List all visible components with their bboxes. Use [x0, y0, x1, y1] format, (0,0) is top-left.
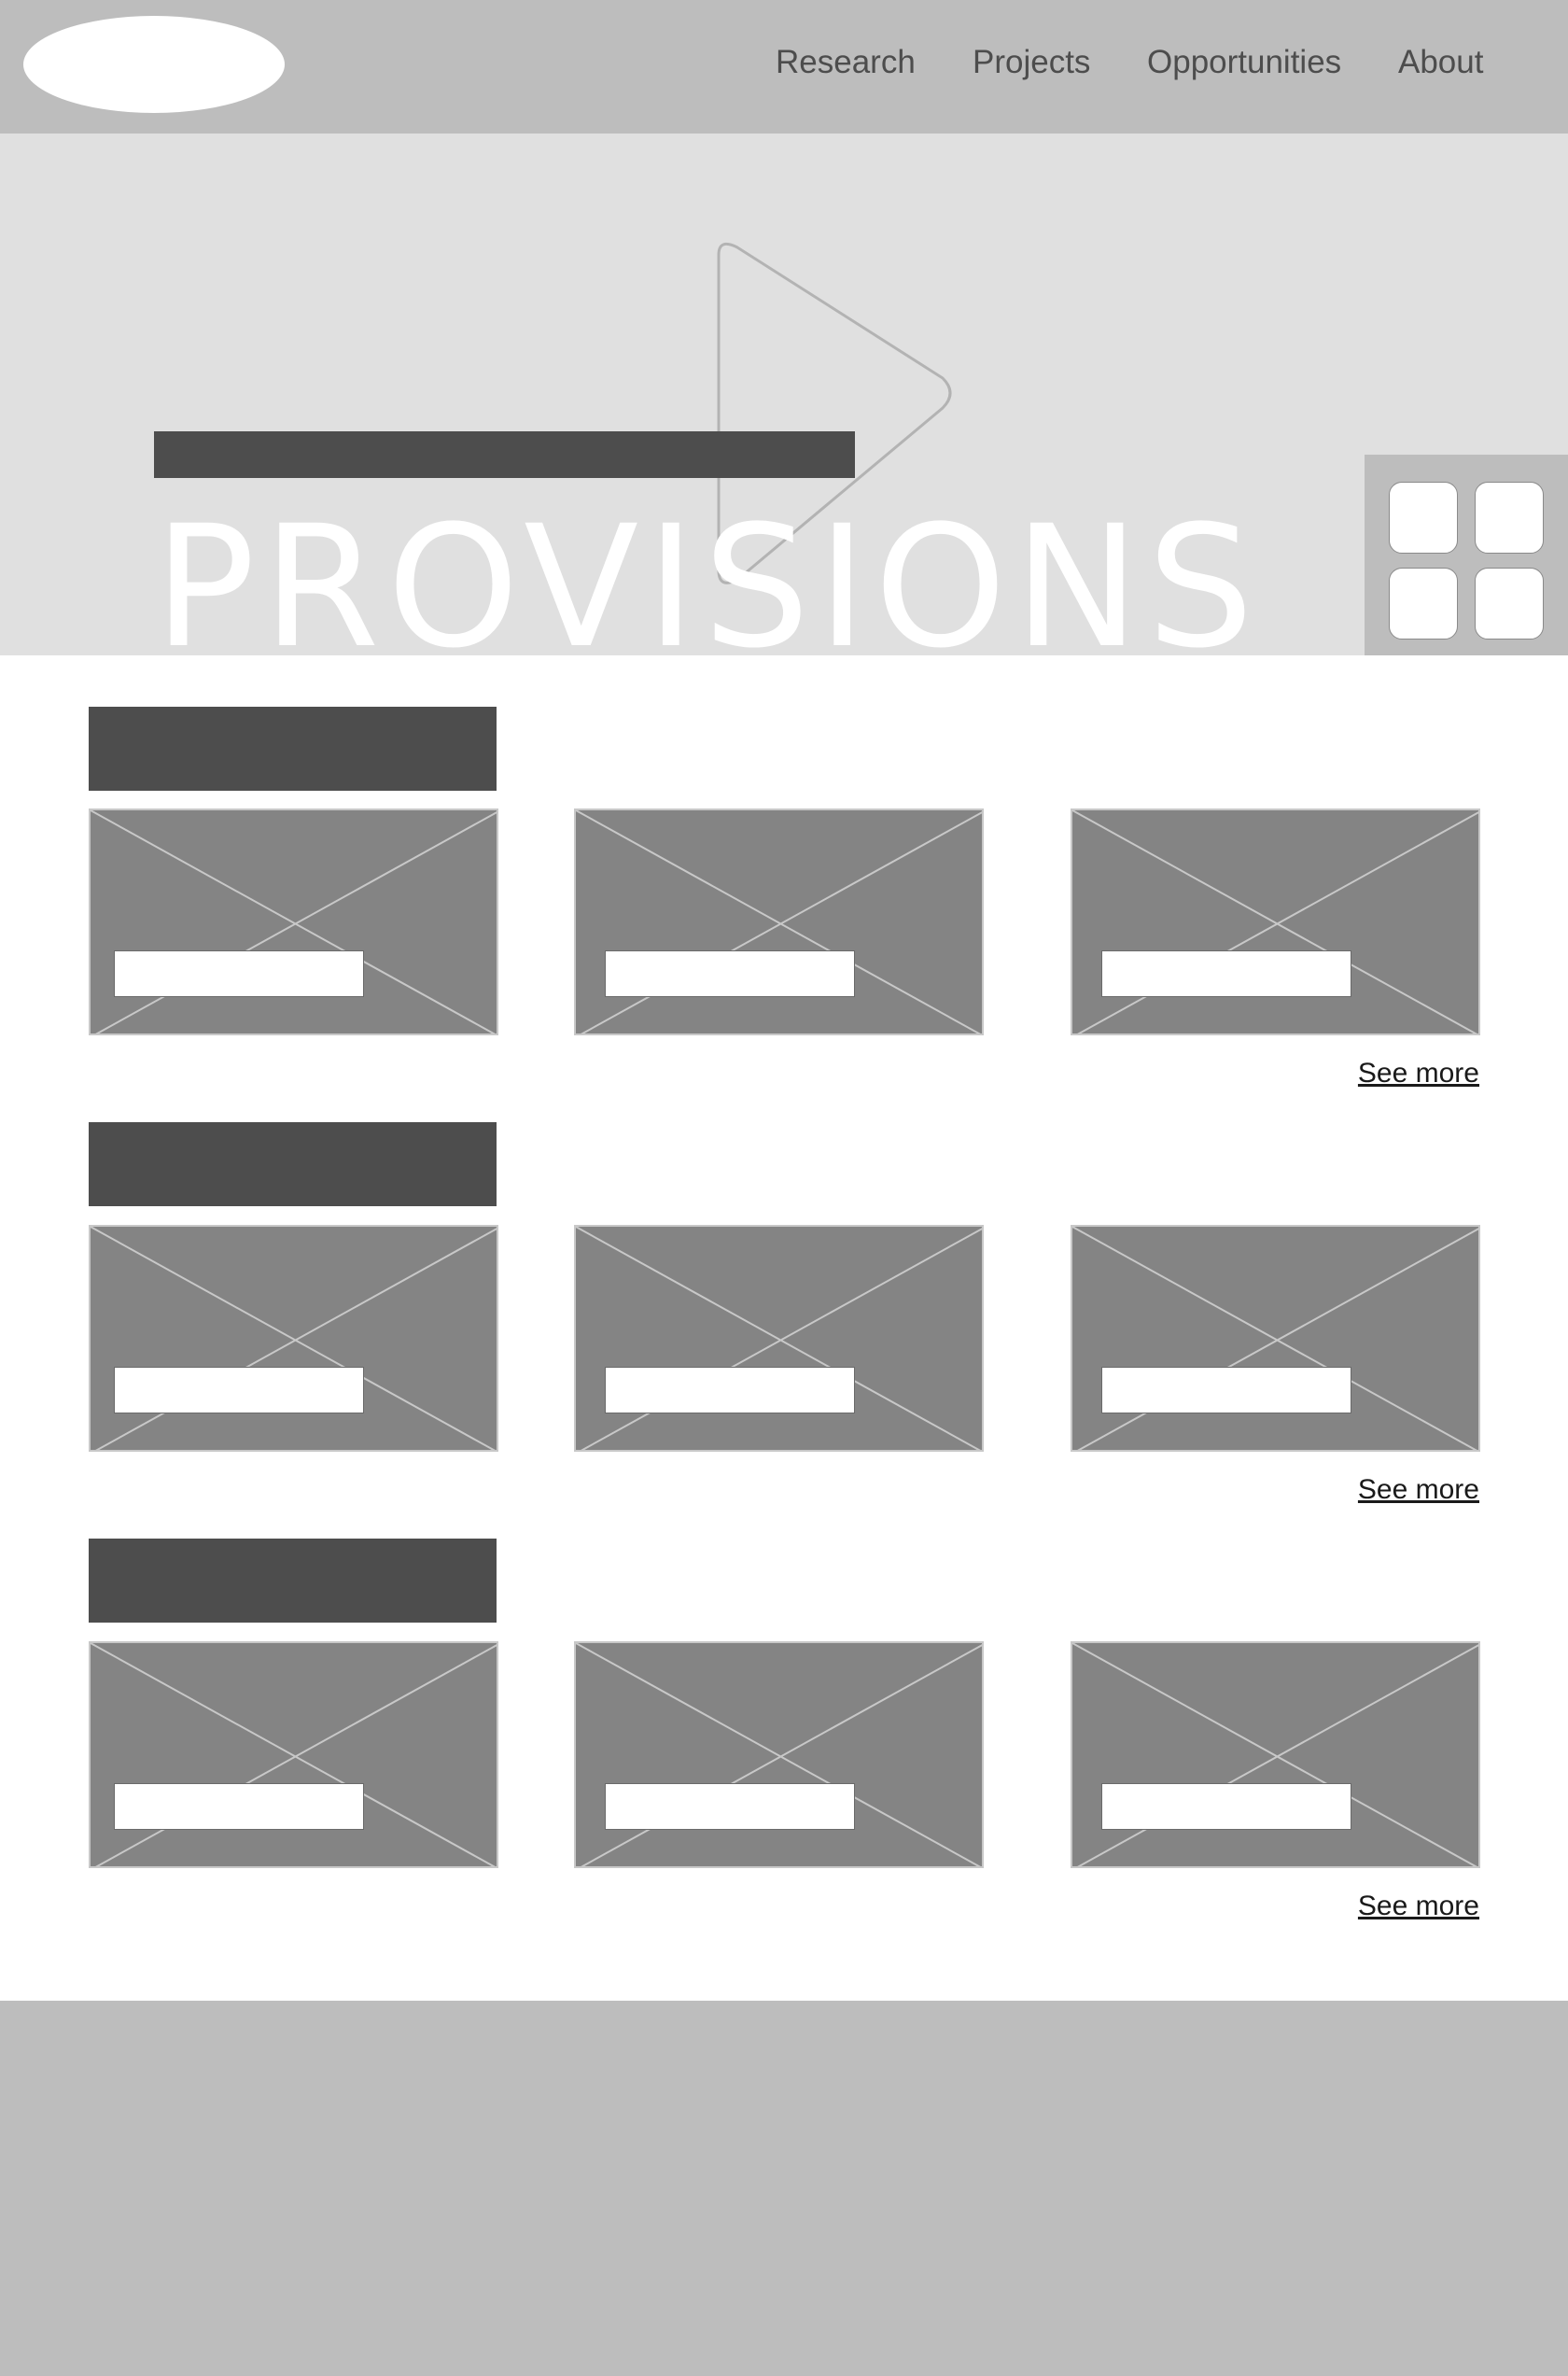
image-card[interactable]: [1071, 1225, 1480, 1452]
image-placeholder-icon: [576, 810, 982, 1033]
image-placeholder-icon: [91, 810, 497, 1033]
site-footer: [0, 2001, 1568, 2376]
see-more-link[interactable]: See more: [1358, 1058, 1479, 1090]
grid-tile: [1389, 568, 1458, 640]
card-label: [1101, 1367, 1351, 1413]
nav-about[interactable]: About: [1398, 44, 1483, 81]
image-placeholder-icon: [91, 1643, 497, 1866]
grid-tile: [1389, 482, 1458, 554]
image-placeholder-icon: [576, 1643, 982, 1866]
image-card[interactable]: [574, 1641, 984, 1868]
image-card[interactable]: [89, 1641, 498, 1868]
image-card[interactable]: [89, 1225, 498, 1452]
see-more-link[interactable]: See more: [1358, 1474, 1479, 1506]
card-label: [114, 1367, 364, 1413]
image-card[interactable]: [89, 808, 498, 1035]
card-label: [114, 950, 364, 997]
hero-video-banner: PROVISIONS: [0, 134, 1568, 655]
grid-tile: [1475, 482, 1544, 554]
section-heading: [89, 1539, 497, 1623]
card-label: [1101, 950, 1351, 997]
nav-opportunities[interactable]: Opportunities: [1147, 44, 1341, 81]
image-placeholder-icon: [1072, 1643, 1478, 1866]
image-placeholder-icon: [1072, 1227, 1478, 1450]
site-header: Research Projects Opportunities About: [0, 0, 1568, 134]
nav-research[interactable]: Research: [776, 44, 916, 81]
hero-subtitle-bar: [154, 431, 855, 478]
image-placeholder-icon: [91, 1227, 497, 1450]
grid-tile: [1475, 568, 1544, 640]
nav-projects[interactable]: Projects: [973, 44, 1090, 81]
grid-icon[interactable]: [1365, 455, 1568, 655]
image-card[interactable]: [574, 808, 984, 1035]
see-more-link[interactable]: See more: [1358, 1891, 1479, 1922]
card-label: [605, 950, 855, 997]
image-placeholder-icon: [576, 1227, 982, 1450]
image-card[interactable]: [1071, 808, 1480, 1035]
image-card[interactable]: [574, 1225, 984, 1452]
hero-title: PROVISIONS: [154, 490, 1262, 656]
card-label: [605, 1367, 855, 1413]
image-card[interactable]: [1071, 1641, 1480, 1868]
section-heading: [89, 707, 497, 791]
image-placeholder-icon: [1072, 810, 1478, 1033]
main-nav: Research Projects Opportunities About: [0, 0, 1568, 134]
card-label: [1101, 1783, 1351, 1830]
card-label: [114, 1783, 364, 1830]
section-heading: [89, 1122, 497, 1206]
card-label: [605, 1783, 855, 1830]
